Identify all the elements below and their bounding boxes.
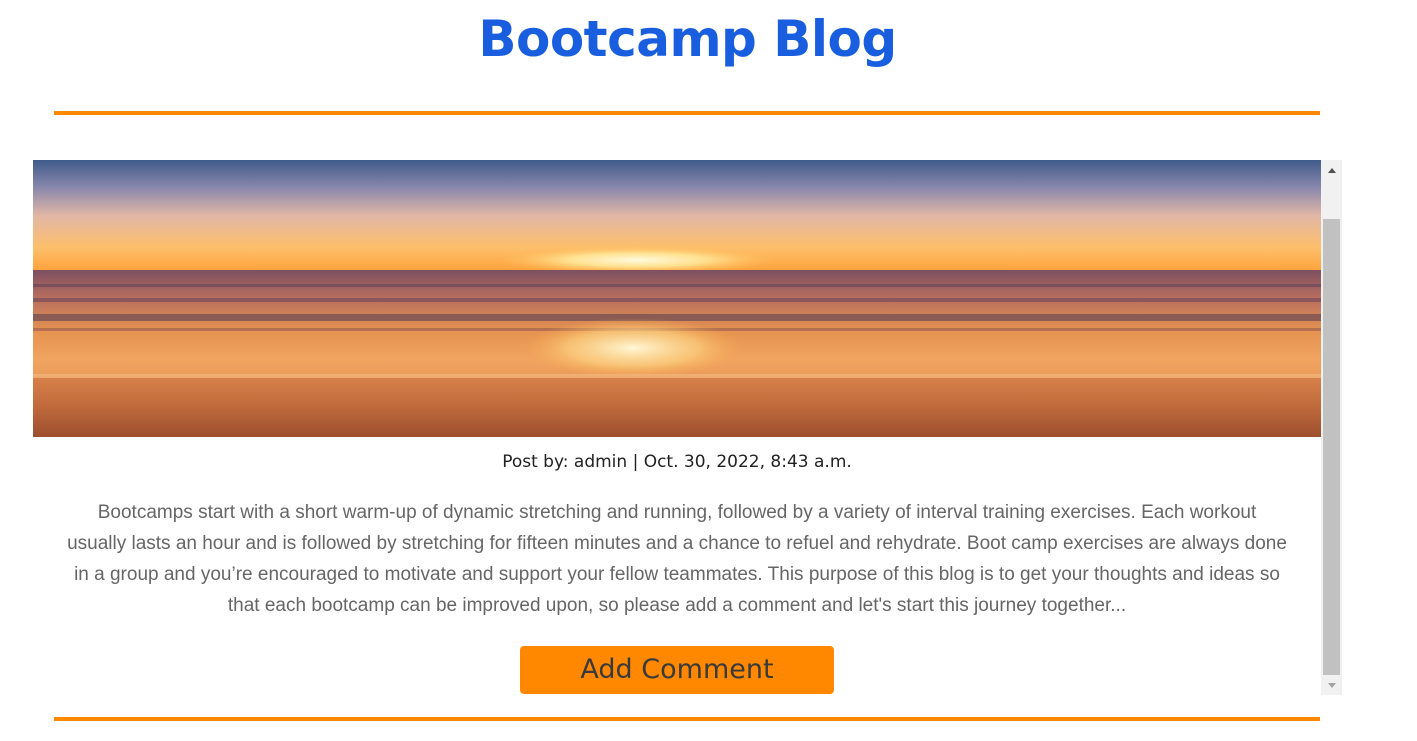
footer-divider [54, 717, 1320, 721]
post-card: Post by: admin | Oct. 30, 2022, 8:43 a.m… [33, 160, 1321, 695]
post-meta: Post by: admin | Oct. 30, 2022, 8:43 a.m… [502, 452, 852, 472]
scrollbar-thumb[interactable] [1323, 219, 1340, 675]
add-comment-button[interactable]: Add Comment [520, 646, 834, 694]
header-divider [54, 111, 1320, 115]
post-hero-image [33, 160, 1321, 437]
site-title: Bootcamp Blog [478, 10, 897, 68]
vertical-scrollbar[interactable] [1321, 160, 1342, 695]
scroll-down-arrow-icon[interactable] [1321, 675, 1342, 695]
scroll-up-arrow-icon[interactable] [1321, 160, 1342, 180]
post-scroll-pane[interactable]: Post by: admin | Oct. 30, 2022, 8:43 a.m… [33, 160, 1342, 695]
post-body: Bootcamps start with a short warm-up of … [67, 502, 1287, 616]
